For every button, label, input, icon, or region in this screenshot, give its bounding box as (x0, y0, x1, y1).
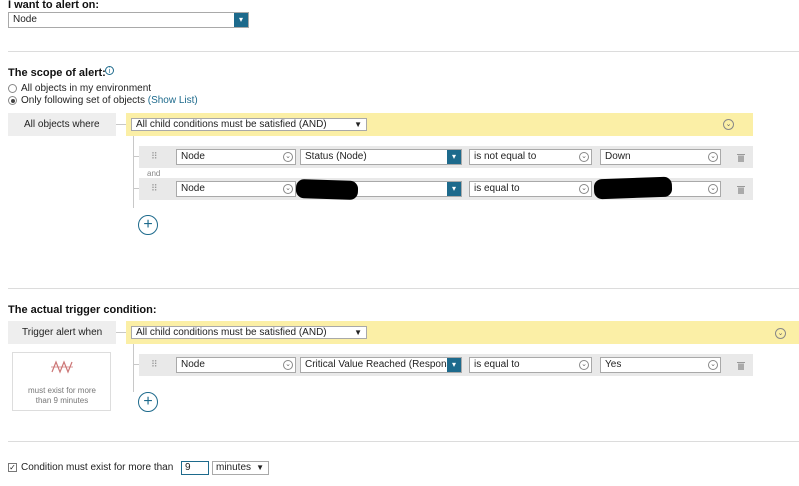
condition-operator-select[interactable]: is equal to ⌄ (469, 181, 592, 197)
scope-left-label: All objects where (24, 119, 100, 130)
condition-operator-value: is not equal to (474, 151, 537, 162)
radio-following-objects[interactable] (8, 96, 17, 105)
info-icon[interactable]: i (105, 66, 114, 75)
add-condition-button[interactable]: + (138, 215, 158, 235)
condition-value-value: Yes (605, 359, 622, 370)
wave-icon (51, 360, 73, 374)
chevron-down-icon: ⌄ (579, 152, 589, 162)
trigger-heading: The actual trigger condition: (8, 304, 157, 316)
radio-following-label: Only following set of objects (21, 95, 145, 106)
divider (8, 441, 799, 442)
chevron-down-icon: ⌄ (708, 152, 718, 162)
trigger-left-label: Trigger alert when (22, 327, 103, 338)
condition-value-select[interactable]: Down ⌄ (600, 149, 721, 165)
condition-duration-checkbox[interactable]: ✓ (8, 463, 17, 472)
chevron-down-icon: ⌄ (708, 184, 718, 194)
chevron-down-icon: ⌄ (283, 184, 293, 194)
chevron-down-icon: ▾ (447, 182, 461, 196)
connector (116, 124, 126, 125)
caret-down-icon: ▼ (354, 120, 362, 129)
chevron-down-icon: ⌄ (579, 184, 589, 194)
redaction-mark (295, 178, 359, 201)
condition-field-value: Critical Value Reached (Respons (305, 359, 452, 370)
trash-icon[interactable] (737, 153, 745, 162)
tree-line (133, 344, 134, 392)
radio-all-label: All objects in my environment (21, 83, 152, 94)
caret-down-icon: ▼ (256, 463, 264, 472)
condition-field-select[interactable]: Critical Value Reached (Respons ▾ (300, 357, 462, 373)
chevron-down-icon: ▾ (447, 358, 461, 372)
caret-down-icon: ▼ (354, 328, 362, 337)
duration-unit-value: minutes (216, 462, 252, 473)
duration-summary-text: must exist for more than 9 minutes (27, 386, 96, 405)
collapse-icon[interactable]: ⌄ (723, 119, 734, 130)
radio-all-objects[interactable] (8, 84, 17, 93)
condition-value-value: Down (605, 151, 631, 162)
radio-following-row: Only following set of objects (Show List… (21, 95, 198, 106)
collapse-icon[interactable]: ⌄ (775, 328, 786, 339)
condition-object-select[interactable]: Node ⌄ (176, 357, 296, 373)
chevron-down-icon: ⌄ (283, 360, 293, 370)
drag-handle-icon[interactable]: ⠿ (151, 151, 158, 162)
duration-input[interactable]: 9 (181, 461, 209, 475)
condition-operator-select[interactable]: is not equal to ⌄ (469, 149, 592, 165)
alert-on-label: I want to alert on: (8, 0, 100, 11)
scope-group-value: All child conditions must be satisfied (… (136, 119, 327, 130)
chevron-down-icon: ⌄ (708, 360, 718, 370)
chevron-down-icon: ⌄ (283, 152, 293, 162)
scope-left-panel: All objects where (8, 113, 116, 136)
scope-group-select[interactable]: All child conditions must be satisfied (… (131, 118, 367, 131)
add-condition-button[interactable]: + (138, 392, 158, 412)
tree-line (133, 136, 134, 208)
chevron-down-icon: ▾ (447, 150, 461, 164)
alert-on-value: Node (13, 14, 37, 25)
trigger-group-value: All child conditions must be satisfied (… (136, 327, 327, 338)
chevron-down-icon: ▾ (234, 13, 248, 27)
trigger-left-panel: Trigger alert when (8, 321, 116, 344)
condition-object-select[interactable]: Node ⌄ (176, 181, 296, 197)
divider (8, 51, 799, 52)
chevron-down-icon: ⌄ (579, 360, 589, 370)
condition-object-value: Node (181, 151, 205, 162)
duration-unit-select[interactable]: minutes ▼ (212, 461, 269, 475)
condition-row: ⠿ Node ⌄ Critical Value Reached (Respons… (139, 354, 753, 376)
connector (116, 332, 126, 333)
divider (8, 288, 799, 289)
condition-object-select[interactable]: Node ⌄ (176, 149, 296, 165)
drag-handle-icon[interactable]: ⠿ (151, 359, 158, 370)
and-label: and (147, 169, 161, 178)
condition-operator-value: is equal to (474, 359, 520, 370)
scope-group-bar: All child conditions must be satisfied (… (126, 113, 753, 136)
redaction-mark (593, 176, 673, 200)
alert-on-select[interactable]: Node ▾ (8, 12, 249, 28)
trash-icon[interactable] (737, 185, 745, 194)
trigger-group-bar: All child conditions must be satisfied (… (126, 321, 799, 344)
drag-handle-icon[interactable]: ⠿ (151, 183, 158, 194)
condition-object-value: Node (181, 359, 205, 370)
condition-operator-select[interactable]: is equal to ⌄ (469, 357, 592, 373)
condition-operator-value: is equal to (474, 183, 520, 194)
show-list-link[interactable]: (Show List) (148, 95, 198, 106)
condition-row: ⠿ Node ⌄ Status (Node) ▾ is not equal to… (139, 146, 753, 168)
trash-icon[interactable] (737, 361, 745, 370)
condition-value-select[interactable]: Yes ⌄ (600, 357, 721, 373)
condition-duration-label: Condition must exist for more than (21, 462, 174, 473)
condition-field-select[interactable]: Status (Node) ▾ (300, 149, 462, 165)
condition-object-value: Node (181, 183, 205, 194)
trigger-group-select[interactable]: All child conditions must be satisfied (… (131, 326, 367, 339)
scope-heading: The scope of alert: (8, 67, 106, 79)
condition-field-value: Status (Node) (305, 151, 367, 162)
duration-summary-box: must exist for more than 9 minutes (12, 352, 111, 411)
